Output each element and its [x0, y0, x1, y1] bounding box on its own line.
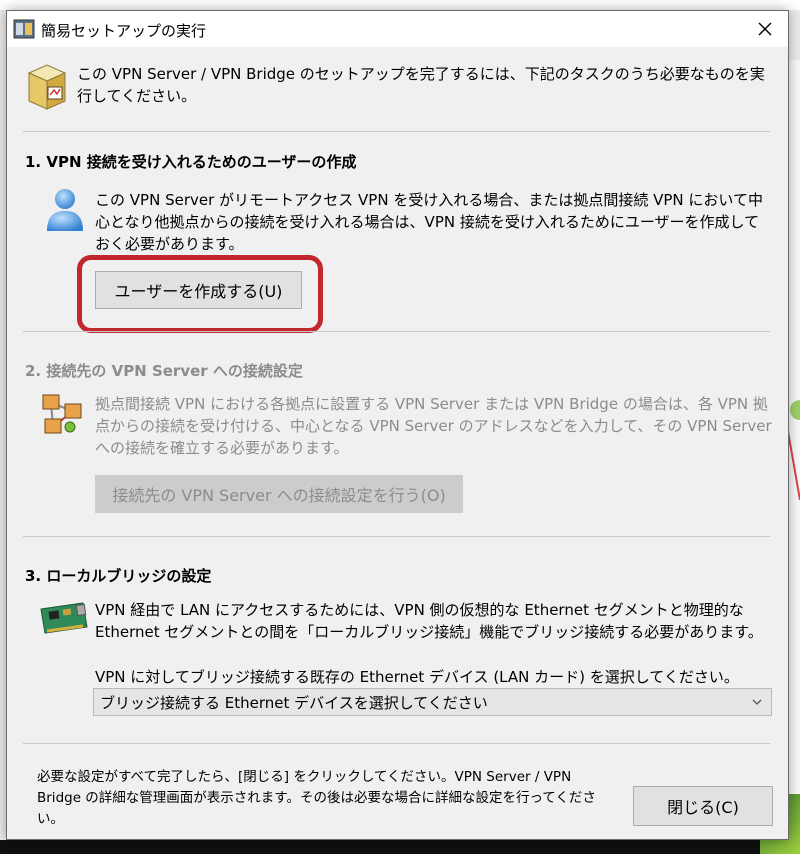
ethernet-device-select[interactable]: ブリッジ接続する Ethernet デバイスを選択してください — [93, 688, 772, 716]
separator — [23, 743, 770, 744]
server-setup-icon — [27, 64, 67, 110]
connect-to-vpn-server-button[interactable]: 接続先の VPN Server への接続設定を行う(O) — [95, 475, 463, 513]
footer-note: 必要な設定がすべて完了したら、[閉じる] をクリックしてください。VPN Ser… — [37, 769, 596, 827]
network-card-icon — [40, 602, 88, 634]
create-user-button[interactable]: ユーザーを作成する(U) — [95, 271, 302, 309]
background-window-strip — [0, 0, 800, 10]
site-to-site-network-icon — [42, 394, 82, 434]
section1-description: この VPN Server がリモートアクセス VPN を受け入れる場合、または… — [95, 191, 763, 253]
close-button[interactable]: 閉じる(C) — [633, 786, 773, 826]
title-bar[interactable]: 簡易セットアップの実行 — [7, 11, 788, 47]
intro-text: この VPN Server / VPN Bridge のセットアップを完了するに… — [77, 65, 765, 105]
section3-description: VPN 経由で LAN にアクセスするためには、VPN 側の仮想的な Ether… — [95, 601, 763, 641]
dialog-title: 簡易セットアップの実行 — [41, 22, 207, 40]
section3-heading: 3. ローカルブリッジの設定 — [25, 567, 212, 585]
close-window-button[interactable] — [742, 11, 788, 47]
section2-description: 拠点間接続 VPN における各拠点に設置する VPN Server または VP… — [95, 395, 772, 457]
close-icon — [758, 22, 772, 36]
section3-prompt: VPN に対してブリッジ接続する既存の Ethernet デバイス (LAN カ… — [95, 668, 739, 686]
separator — [23, 536, 770, 537]
vpn-server-app-icon — [13, 19, 35, 39]
chevron-down-icon — [752, 699, 762, 705]
taskbar — [0, 840, 800, 854]
section2-heading: 2. 接続先の VPN Server への接続設定 — [25, 362, 303, 380]
separator — [23, 331, 770, 332]
user-icon — [47, 189, 83, 231]
easy-setup-dialog: 簡易セットアップの実行 この VPN Server / VPN Bridge の… — [6, 10, 789, 840]
ethernet-device-select-value: ブリッジ接続する Ethernet デバイスを選択してください — [100, 693, 488, 712]
section1-heading: 1. VPN 接続を受け入れるためのユーザーの作成 — [25, 153, 357, 171]
separator — [23, 131, 770, 132]
